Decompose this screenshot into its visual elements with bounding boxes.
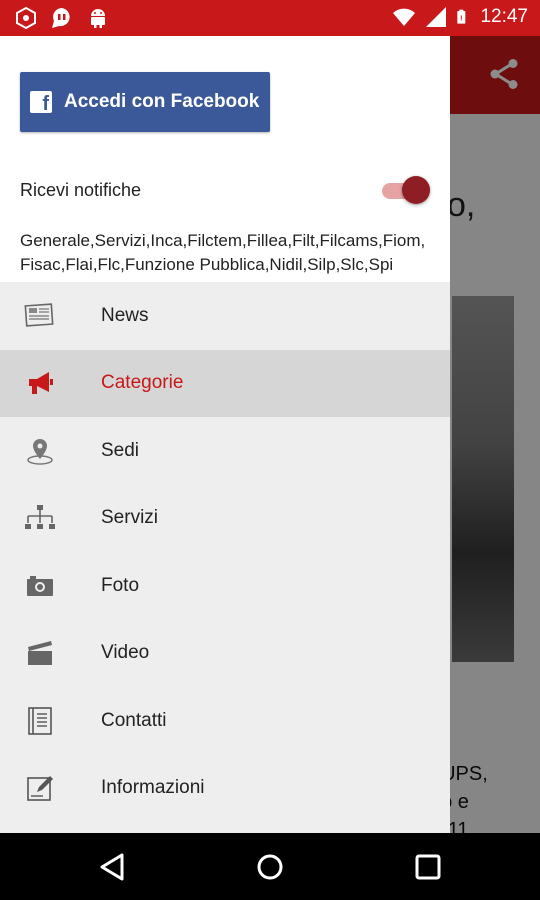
menu-item-sedi[interactable]: Sedi [0,417,450,485]
recent-apps-icon[interactable] [410,849,446,885]
chat-bubble-icon [52,8,70,28]
menu-item-servizi[interactable]: Servizi [0,485,450,553]
notifications-label: Ricevi notifiche [20,179,142,200]
clock: 12:47 [480,6,528,27]
battery-icon: ! [457,9,466,24]
menu-item-foto[interactable]: Foto [0,552,450,620]
status-bar: ! 12:47 [0,0,540,36]
facebook-login-button[interactable]: f Accedi con Facebook [20,72,270,132]
menu-item-label: Contatti [101,709,167,731]
menu-item-video[interactable]: Video [0,620,450,688]
notifications-toggle[interactable] [382,176,430,204]
facebook-login-label: Accedi con Facebook [64,91,260,112]
menu-item-label: News [101,304,149,326]
newspaper-icon [24,300,56,332]
menu-item-contatti[interactable]: Contatti [0,687,450,755]
camera-icon [24,570,56,602]
address-book-icon [24,705,56,737]
menu-item-categorie[interactable]: Categorie [0,349,450,417]
hierarchy-icon [24,502,56,534]
menu-item-label: Servizi [101,507,159,529]
subscribed-topics: Generale,Servizi,Inca,Filctem,Fillea,Fil… [20,231,426,274]
back-icon[interactable] [95,849,131,885]
clapperboard-icon [24,637,56,669]
navigation-drawer: f Accedi con Facebook Ricevi notifiche G… [0,36,450,833]
menu-item-informazioni[interactable]: Informazioni [0,755,450,823]
svg-text:!: ! [461,13,463,22]
menu-item-label: Foto [101,574,140,596]
android-icon [91,9,105,28]
menu-item-label: Sedi [101,439,140,461]
drawer-menu: News Categorie Sedi Servizi Foto Video C… [0,282,450,833]
edit-note-icon [24,772,56,804]
wifi-icon [393,8,416,26]
home-icon[interactable] [252,849,288,885]
location-pin-icon [24,435,56,467]
megaphone-icon [24,367,56,399]
facebook-icon: f [30,91,52,115]
menu-item-news[interactable]: News [0,282,450,350]
signal-icon [426,7,447,27]
menu-item-label: Categorie [101,372,184,394]
menu-item-label: Video [101,642,150,664]
system-navigation-bar [0,833,540,900]
toggle-thumb [402,176,430,204]
menu-item-label: Informazioni [101,777,205,799]
notifications-row: Ricevi notifiche [20,174,430,206]
app-notification-icon [16,6,36,30]
